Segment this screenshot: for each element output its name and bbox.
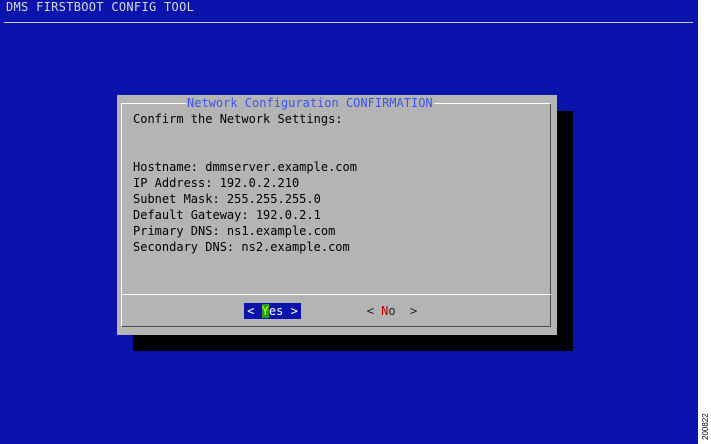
app-title: DMS FIRSTBOOT CONFIG TOOL — [6, 0, 195, 14]
ip-address-line: IP Address: 192.0.2.210 — [133, 176, 300, 190]
terminal-screen: DMS FIRSTBOOT CONFIG TOOL Network Config… — [0, 0, 698, 444]
no-button-close: > — [395, 304, 418, 318]
subnet-mask-line: Subnet Mask: 255.255.255.0 — [133, 192, 321, 206]
no-button-rest: o — [388, 304, 396, 318]
no-button[interactable]: < No > — [362, 303, 422, 319]
primary-dns-line: Primary DNS: ns1.example.com — [133, 224, 336, 238]
dialog-prompt: Confirm the Network Settings: — [133, 112, 343, 126]
yes-button-rest: es — [268, 304, 284, 318]
button-area-divider — [121, 294, 551, 295]
confirmation-dialog: Network Configuration CONFIRMATION Confi… — [117, 95, 557, 335]
default-gateway-line: Default Gateway: 192.0.2.1 — [133, 208, 321, 222]
dialog-title: Network Configuration CONFIRMATION — [186, 96, 434, 110]
figure-id: 200822 — [701, 413, 710, 440]
no-button-open: < — [366, 304, 382, 318]
yes-button-hotkey: Y — [261, 304, 269, 318]
yes-button-open: < — [247, 304, 262, 318]
yes-button[interactable]: < Yes > — [244, 303, 301, 319]
secondary-dns-line: Secondary DNS: ns2.example.com — [133, 240, 350, 254]
hostname-line: Hostname: dmmserver.example.com — [133, 160, 357, 174]
title-divider — [4, 22, 693, 23]
yes-button-close: > — [283, 304, 298, 318]
